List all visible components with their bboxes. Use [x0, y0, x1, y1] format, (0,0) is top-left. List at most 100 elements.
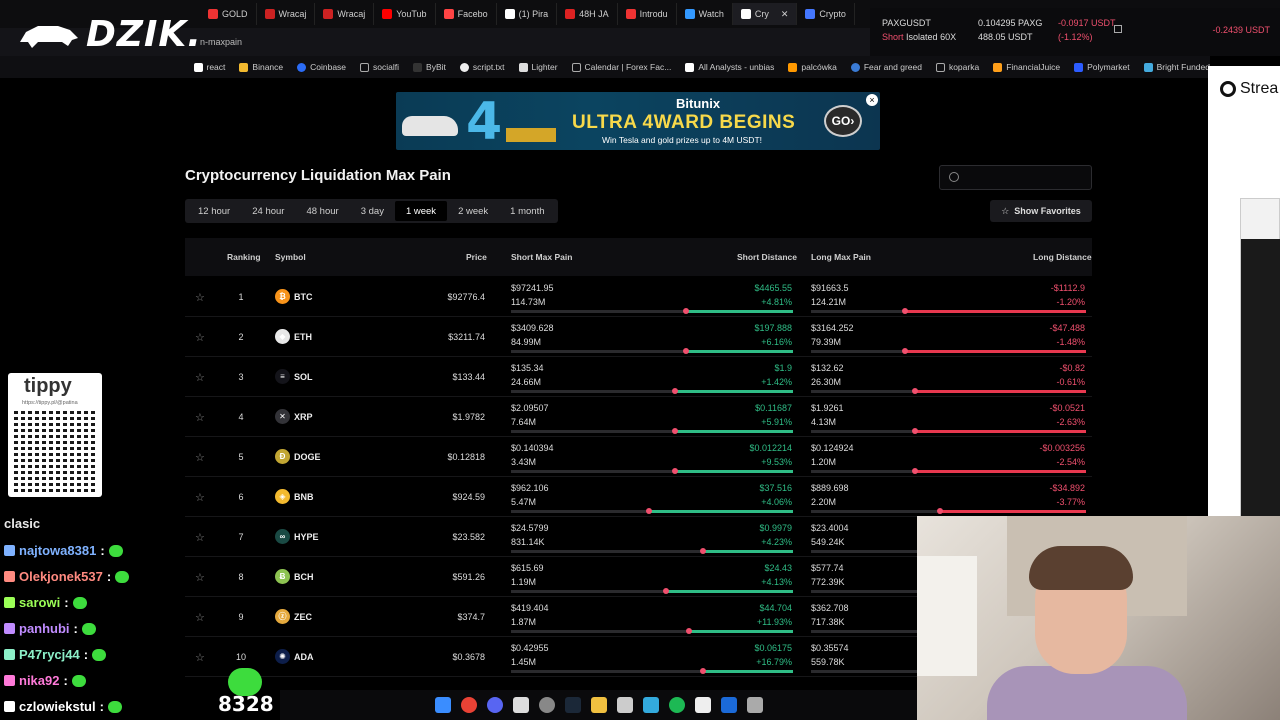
- favorite-star-icon[interactable]: ☆: [195, 651, 205, 664]
- browser-tab[interactable]: GOLD: [200, 3, 257, 25]
- app-icon[interactable]: [720, 697, 737, 713]
- browser-tab[interactable]: Wracaj: [315, 3, 375, 25]
- browser-tab-active[interactable]: Cry ✕: [732, 3, 798, 25]
- row-long-distance-pct: -0.61%: [1056, 377, 1085, 387]
- row-long-volume: 4.13M: [811, 417, 837, 427]
- bookmark-item[interactable]: socialfi: [360, 62, 399, 72]
- period-48h[interactable]: 48 hour: [295, 201, 349, 221]
- app-icon[interactable]: [512, 697, 529, 713]
- bookmark-item[interactable]: Bright Funded: [1143, 62, 1210, 72]
- bookmark-icon: [850, 62, 860, 72]
- col-ranking[interactable]: Ranking: [227, 252, 261, 262]
- folder-icon[interactable]: [590, 697, 607, 713]
- table-row[interactable]: ☆ 4 ✕ XRP $1.9782 $2.09507 7.64M $0.11687 +5.91%…: [185, 397, 1092, 437]
- period-12h[interactable]: 12 hour: [187, 201, 241, 221]
- period-1m[interactable]: 1 month: [499, 201, 555, 221]
- close-tab-icon[interactable]: ✕: [781, 9, 789, 20]
- table-row[interactable]: ☆ 5 Ð DOGE $0.12818 $0.140394 3.43M $0.012214 +9…: [185, 437, 1092, 477]
- tab-favicon-icon: [740, 9, 751, 19]
- row-symbol[interactable]: BCH: [294, 572, 314, 582]
- app-icon[interactable]: [616, 697, 633, 713]
- favorite-star-icon[interactable]: ☆: [195, 571, 205, 584]
- col-symbol[interactable]: Symbol: [275, 252, 306, 262]
- table-row[interactable]: ☆ 3 ≡ SOL $133.44 $135.34 24.66M $1.9 +1.42% $132…: [185, 357, 1092, 397]
- period-1w[interactable]: 1 week: [394, 201, 448, 221]
- row-symbol[interactable]: HYPE: [294, 532, 319, 542]
- row-symbol[interactable]: ETH: [294, 332, 312, 342]
- bookmark-item[interactable]: Lighter: [518, 62, 558, 72]
- row-symbol[interactable]: BTC: [294, 292, 313, 302]
- favorite-star-icon[interactable]: ☆: [195, 491, 205, 504]
- row-symbol[interactable]: DOGE: [294, 452, 321, 462]
- period-3d[interactable]: 3 day: [350, 201, 395, 221]
- table-row[interactable]: ☆ 2 ◆ ETH $3211.74 $3409.628 84.99M $197.888 +6.…: [185, 317, 1092, 357]
- favorite-star-icon[interactable]: ☆: [195, 411, 205, 424]
- bookmark-item[interactable]: Coinbase: [297, 62, 346, 72]
- banner-go-button[interactable]: GO ›: [824, 105, 862, 137]
- bookmark-item[interactable]: Calendar | Forex Fac...: [571, 62, 671, 72]
- bookmark-item[interactable]: FinancialJuice: [993, 62, 1060, 72]
- bookmark-item[interactable]: palcówka: [788, 62, 837, 72]
- row-price: $0.3678: [452, 652, 485, 662]
- emote-icon: [115, 570, 130, 583]
- xrp-icon: ✕: [275, 409, 290, 424]
- col-long-distance[interactable]: Long Distance: [1033, 252, 1092, 262]
- col-short-distance[interactable]: Short Distance: [737, 252, 797, 262]
- row-symbol[interactable]: ADA: [294, 652, 314, 662]
- period-24h[interactable]: 24 hour: [241, 201, 295, 221]
- row-long-volume: 717.38K: [811, 617, 845, 627]
- row-symbol[interactable]: XRP: [294, 412, 313, 422]
- long-distance-bar: [811, 388, 1086, 394]
- row-symbol[interactable]: SOL: [294, 372, 313, 382]
- favorite-star-icon[interactable]: ☆: [195, 291, 205, 304]
- promo-banner[interactable]: 4 Bitunix ULTRA 4WARD BEGINS Win Tesla a…: [396, 92, 880, 150]
- browser-tab[interactable]: Watch: [677, 3, 733, 25]
- bookmark-item[interactable]: Polymarket: [1074, 62, 1130, 72]
- favorite-star-icon[interactable]: ☆: [195, 531, 205, 544]
- chrome-icon[interactable]: [460, 697, 477, 713]
- browser-tab[interactable]: YouTub: [374, 3, 436, 25]
- app-icon[interactable]: [538, 697, 555, 713]
- show-favorites-button[interactable]: ☆ Show Favorites: [990, 200, 1092, 222]
- browser-tab[interactable]: 48H JA: [557, 3, 618, 25]
- bookmark-item[interactable]: script.txt: [459, 62, 505, 72]
- share-icon[interactable]: [1114, 25, 1122, 33]
- col-short-max-pain[interactable]: Short Max Pain: [511, 252, 572, 262]
- app-icon[interactable]: [642, 697, 659, 713]
- bookmark-item[interactable]: ByBit: [413, 62, 446, 72]
- app-icon[interactable]: [746, 697, 763, 713]
- bookmark-item[interactable]: Binance: [239, 62, 283, 72]
- row-symbol[interactable]: BNB: [294, 492, 314, 502]
- period-2w[interactable]: 2 week: [447, 201, 499, 221]
- start-icon[interactable]: [434, 697, 451, 713]
- bookmark-item[interactable]: react: [193, 62, 225, 72]
- browser-tab[interactable]: Facebo: [436, 3, 497, 25]
- browser-tab[interactable]: Wracaj: [257, 3, 316, 25]
- spotify-icon[interactable]: [668, 697, 685, 713]
- col-price[interactable]: Price: [466, 252, 487, 262]
- table-row[interactable]: ☆ 6 ◈ BNB $924.59 $962.106 5.47M $37.516 +4.06% $…: [185, 477, 1092, 517]
- browser-tab[interactable]: Introdu: [618, 3, 677, 25]
- favorite-star-icon[interactable]: ☆: [195, 331, 205, 344]
- favorite-star-icon[interactable]: ☆: [195, 371, 205, 384]
- row-long-max-pain: $362.708: [811, 603, 849, 613]
- favorite-star-icon[interactable]: ☆: [195, 451, 205, 464]
- bookmark-item[interactable]: Fear and greed: [850, 62, 922, 72]
- bookmark-item[interactable]: koparka: [935, 62, 979, 72]
- bookmark-icon: [993, 62, 1003, 72]
- favorite-star-icon[interactable]: ☆: [195, 611, 205, 624]
- row-symbol[interactable]: ZEC: [294, 612, 312, 622]
- discord-icon[interactable]: [486, 697, 503, 713]
- browser-tab[interactable]: Crypto: [797, 3, 855, 25]
- short-distance-bar: [511, 508, 793, 514]
- steam-icon[interactable]: [564, 697, 581, 713]
- row-long-distance-pct: -1.48%: [1056, 337, 1085, 347]
- col-long-max-pain[interactable]: Long Max Pain: [811, 252, 871, 262]
- browser-tab[interactable]: (1) Pira: [497, 3, 558, 25]
- bookmark-item[interactable]: All Analysts - unbias: [685, 62, 774, 72]
- search-input[interactable]: [939, 165, 1092, 190]
- bookmark-icon: [685, 62, 695, 72]
- app-icon[interactable]: [694, 697, 711, 713]
- table-row[interactable]: ☆ 1 ₿ BTC $92776.4 $97241.95 114.73M $4465.55 +4…: [185, 277, 1092, 317]
- close-banner-icon[interactable]: ×: [866, 94, 878, 106]
